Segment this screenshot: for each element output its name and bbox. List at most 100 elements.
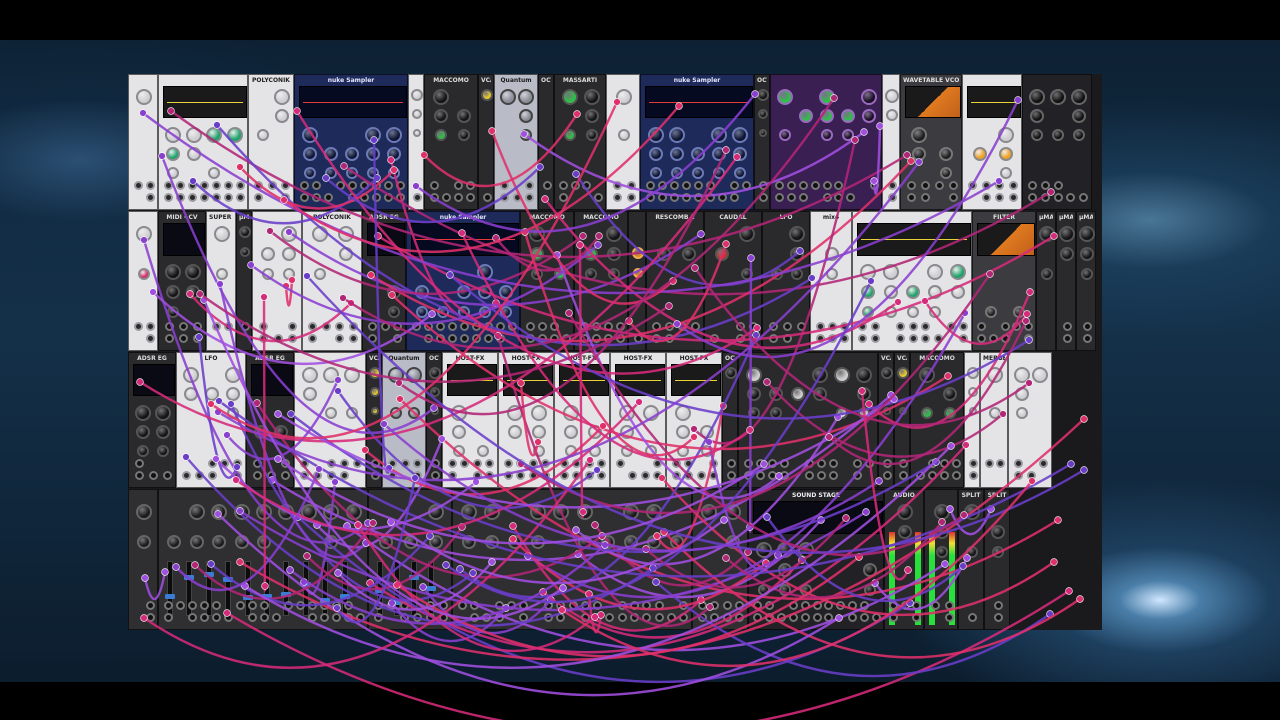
patch-jack[interactable]: [895, 322, 905, 331]
patch-jack[interactable]: [993, 601, 1003, 610]
patch-jack[interactable]: [435, 334, 445, 343]
patch-jack[interactable]: [669, 193, 679, 202]
patch-jack[interactable]: [729, 193, 739, 202]
knob[interactable]: [856, 367, 872, 383]
module-3-1[interactable]: ADSR EG: [128, 352, 176, 488]
knob[interactable]: [779, 129, 792, 141]
patch-jack[interactable]: [900, 601, 910, 610]
patch-jack[interactable]: [559, 181, 569, 190]
knob[interactable]: [562, 89, 578, 105]
knob[interactable]: [757, 584, 770, 596]
patch-jack[interactable]: [696, 471, 706, 480]
knob[interactable]: [732, 127, 749, 143]
knob[interactable]: [325, 407, 337, 419]
patch-jack[interactable]: [335, 334, 345, 343]
patch-jack[interactable]: [898, 471, 908, 480]
patch-jack[interactable]: [921, 322, 931, 331]
patch-jack[interactable]: [400, 601, 409, 610]
patch-jack[interactable]: [684, 459, 694, 468]
knob[interactable]: [457, 285, 471, 299]
patch-jack[interactable]: [736, 334, 745, 343]
patch-jack[interactable]: [247, 601, 257, 610]
knob[interactable]: [256, 129, 269, 141]
patch-jack[interactable]: [684, 471, 694, 480]
patch-jack[interactable]: [233, 459, 243, 468]
patch-jack[interactable]: [359, 181, 369, 190]
knob[interactable]: [137, 445, 149, 457]
patch-jack[interactable]: [681, 193, 691, 202]
patch-jack[interactable]: [944, 601, 954, 610]
patch-jack[interactable]: [654, 613, 664, 622]
knob[interactable]: [314, 268, 326, 280]
module-3-10[interactable]: HOST-FX: [554, 352, 610, 488]
knob[interactable]: [991, 525, 1005, 539]
patch-jack[interactable]: [162, 471, 172, 480]
knob[interactable]: [769, 387, 783, 401]
patch-jack[interactable]: [1066, 193, 1076, 202]
knob[interactable]: [770, 407, 782, 419]
patch-jack[interactable]: [996, 459, 1005, 468]
knob[interactable]: [226, 127, 243, 143]
patch-jack[interactable]: [494, 613, 504, 622]
patch-jack[interactable]: [348, 322, 358, 331]
patch-jack[interactable]: [1053, 181, 1063, 190]
patch-jack[interactable]: [439, 613, 448, 622]
patch-jack[interactable]: [1013, 471, 1023, 480]
patch-jack[interactable]: [223, 193, 233, 202]
knob[interactable]: [500, 89, 516, 105]
knob[interactable]: [156, 425, 170, 439]
knob[interactable]: [692, 167, 704, 179]
knob[interactable]: [274, 109, 289, 123]
patch-jack[interactable]: [615, 322, 625, 331]
module-3-15[interactable]: VCA: [878, 352, 894, 488]
knob[interactable]: [456, 109, 471, 123]
patch-jack[interactable]: [911, 613, 921, 622]
knob[interactable]: [861, 109, 876, 123]
module-2-2[interactable]: MIDI - CV: [158, 211, 206, 351]
knob[interactable]: [369, 367, 381, 379]
patch-jack[interactable]: [804, 471, 814, 480]
module-4-4[interactable]: [452, 489, 692, 630]
knob[interactable]: [532, 425, 546, 439]
knob[interactable]: [188, 504, 205, 520]
patch-jack[interactable]: [211, 322, 221, 331]
fader-cap[interactable]: [409, 574, 419, 580]
patch-jack[interactable]: [453, 193, 463, 202]
patch-jack[interactable]: [834, 181, 844, 190]
knob[interactable]: [477, 264, 494, 280]
knob[interactable]: [208, 167, 221, 179]
patch-jack[interactable]: [911, 601, 921, 610]
patch-jack[interactable]: [145, 613, 155, 622]
patch-jack[interactable]: [755, 459, 765, 468]
fader-cap[interactable]: [165, 594, 175, 600]
patch-jack[interactable]: [271, 613, 281, 622]
patch-jack[interactable]: [494, 601, 504, 610]
patch-jack[interactable]: [1082, 334, 1092, 343]
patch-jack[interactable]: [482, 613, 492, 622]
patch-jack[interactable]: [749, 322, 758, 331]
module-1-8[interactable]: Quantum: [494, 74, 538, 210]
knob[interactable]: [430, 387, 440, 397]
knob[interactable]: [1052, 129, 1064, 141]
knob[interactable]: [1060, 247, 1074, 261]
module-1-11[interactable]: [606, 74, 640, 210]
knob[interactable]: [897, 367, 909, 379]
knob[interactable]: [1030, 109, 1045, 123]
patch-jack[interactable]: [528, 471, 538, 480]
module-3-20[interactable]: [1008, 352, 1052, 488]
knob[interactable]: [477, 445, 489, 457]
patch-jack[interactable]: [331, 613, 341, 622]
fader-cap[interactable]: [426, 586, 436, 592]
knob[interactable]: [185, 264, 201, 280]
patch-jack[interactable]: [735, 601, 745, 610]
knob[interactable]: [234, 535, 249, 549]
patch-jack[interactable]: [194, 471, 204, 480]
patch-jack[interactable]: [920, 193, 930, 202]
patch-jack[interactable]: [516, 459, 526, 468]
knob[interactable]: [211, 504, 228, 520]
knob[interactable]: [436, 306, 449, 318]
patch-jack[interactable]: [240, 322, 250, 331]
knob[interactable]: [240, 247, 250, 257]
module-3-14[interactable]: [738, 352, 878, 488]
knob[interactable]: [433, 109, 448, 123]
